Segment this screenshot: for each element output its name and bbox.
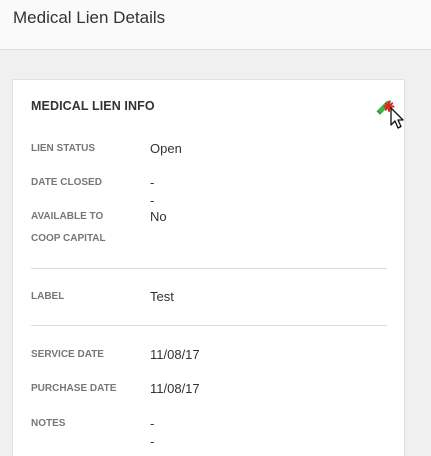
page-header: Medical Lien Details [0, 0, 431, 50]
divider [31, 325, 387, 326]
available-to-coop-label-line2: COOP CAPITAL [31, 233, 106, 244]
medical-lien-info-card: MEDICAL LIEN INFO LIEN STATUS Open DATE … [12, 79, 405, 456]
available-to-coop-value: No [150, 209, 167, 224]
purchase-date-value: 11/08/17 [150, 381, 200, 396]
date-closed-value: -- [150, 175, 155, 208]
purchase-date-label: PURCHASE DATE [31, 383, 117, 394]
card-title: MEDICAL LIEN INFO [31, 99, 155, 113]
lien-status-label: LIEN STATUS [31, 143, 96, 154]
label-label: LABEL [31, 291, 65, 302]
available-to-coop-label-line1: AVAILABLE TO [31, 211, 104, 222]
divider [31, 268, 387, 269]
notes-value: -- [150, 416, 155, 449]
service-date-label: SERVICE DATE [31, 349, 104, 360]
date-closed-label: DATE CLOSED [31, 177, 102, 188]
service-date-value: 11/08/17 [150, 347, 200, 362]
notes-label: NOTES [31, 418, 66, 429]
edit-icon[interactable] [373, 95, 409, 131]
label-value: Test [150, 289, 174, 304]
lien-status-value: Open [150, 141, 182, 156]
page-title: Medical Lien Details [13, 8, 166, 27]
